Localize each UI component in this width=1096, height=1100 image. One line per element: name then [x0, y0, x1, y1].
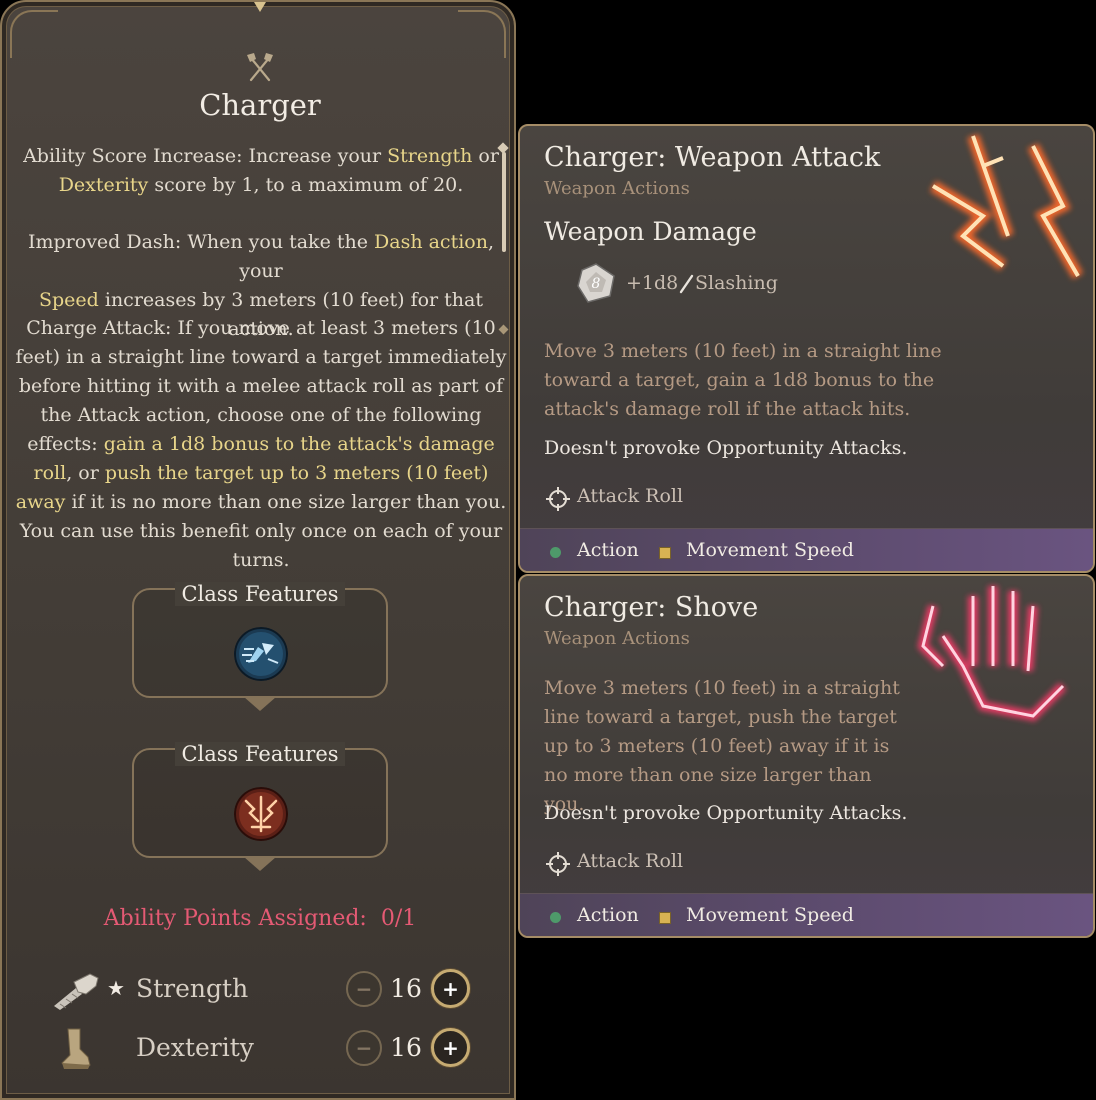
keyword-dexterity[interactable]: Dexterity: [59, 174, 149, 196]
charger-dash-icon[interactable]: [234, 627, 288, 681]
tooltip-title: Charger: Shove: [544, 592, 759, 623]
tooltip-note: Doesn't provoke Opportunity Attacks.: [544, 437, 908, 459]
keyword-speed[interactable]: Speed: [39, 289, 99, 311]
tooltip-note: Doesn't provoke Opportunity Attacks.: [544, 802, 908, 824]
action-resource-icon: [550, 547, 561, 558]
decrease-button[interactable]: −: [346, 1030, 382, 1066]
action-resource-icon: [550, 912, 561, 923]
stat-name: Strength: [136, 974, 249, 1003]
tooltip-footer: Action Movement Speed: [520, 528, 1093, 571]
stat-row-dexterity: Dexterity − 16 +: [2, 1027, 518, 1077]
gauntlet-icon: [54, 973, 99, 1010]
charger-burst-icon[interactable]: [234, 787, 288, 841]
movement-resource-icon: [659, 912, 671, 924]
tooltip-subtitle: Weapon Actions: [544, 628, 690, 649]
tooltip-title: Charger: Weapon Attack: [544, 142, 881, 173]
charger-shove-art-icon: [917, 586, 1067, 722]
d8-dice-icon: 8: [577, 263, 615, 303]
stat-name: Dexterity: [136, 1033, 254, 1062]
attack-roll-label: Attack Roll: [577, 850, 684, 872]
slashing-icon: [679, 274, 694, 294]
boot-icon: [61, 1028, 91, 1069]
stat-value: 16: [390, 1033, 422, 1062]
movement-label: Movement Speed: [686, 539, 854, 561]
tooltip-shove: Charger: Shove Weapon Actions Move 3 met…: [518, 574, 1095, 938]
decrease-button[interactable]: −: [346, 971, 382, 1007]
ability-points-assigned: Ability Points Assigned: 0/1: [103, 906, 417, 931]
panel-corner-ornament: [458, 10, 506, 58]
feat-title: Charger: [199, 88, 321, 122]
dice-number: 8: [592, 276, 601, 292]
class-feature-title: Class Features: [175, 582, 345, 606]
action-label: Action: [577, 904, 639, 926]
increase-button[interactable]: +: [431, 1028, 470, 1067]
damage-bonus: +1d8: [626, 272, 679, 294]
feat-description-ability: Ability Score Increase: Increase your St…: [23, 145, 499, 196]
tooltip-description: Move 3 meters (10 feet) in a straight li…: [544, 340, 942, 420]
feat-panel: Charger Ability Score Increase: Increase…: [0, 0, 516, 1100]
charger-attack-art-icon: [929, 134, 1084, 280]
keyword-dash-action[interactable]: Dash action: [374, 231, 488, 253]
panel-corner-ornament: [10, 10, 58, 58]
class-feature-title: Class Features: [175, 742, 345, 766]
damage-type: Slashing: [695, 272, 778, 294]
scrollbar-thumb[interactable]: [502, 152, 506, 252]
tooltip-weapon-attack: Charger: Weapon Attack Weapon Actions We…: [518, 124, 1095, 573]
attack-roll-label: Attack Roll: [577, 485, 684, 507]
action-label: Action: [577, 539, 639, 561]
stat-row-strength: ★ Strength − 16 +: [2, 968, 518, 1018]
class-feature-pointer: [244, 857, 276, 871]
crosshair-icon: [546, 852, 570, 876]
weapon-damage-heading: Weapon Damage: [544, 217, 757, 246]
feat-description-charge: Charge Attack: If you move at least 3 me…: [15, 317, 507, 571]
tooltip-footer: Action Movement Speed: [520, 893, 1093, 936]
crosshair-icon: [546, 487, 570, 511]
panel-top-marker: [254, 2, 266, 12]
increase-button[interactable]: +: [431, 969, 470, 1008]
star-icon: ★: [107, 976, 125, 1000]
tooltip-subtitle: Weapon Actions: [544, 178, 690, 199]
movement-resource-icon: [659, 547, 671, 559]
tooltip-description: Move 3 meters (10 feet) in a straight li…: [544, 677, 900, 815]
keyword-strength[interactable]: Strength: [387, 145, 472, 167]
crossed-axes-icon: [247, 53, 273, 82]
movement-label: Movement Speed: [686, 904, 854, 926]
class-feature-pointer: [244, 697, 276, 711]
stat-value: 16: [390, 974, 422, 1003]
